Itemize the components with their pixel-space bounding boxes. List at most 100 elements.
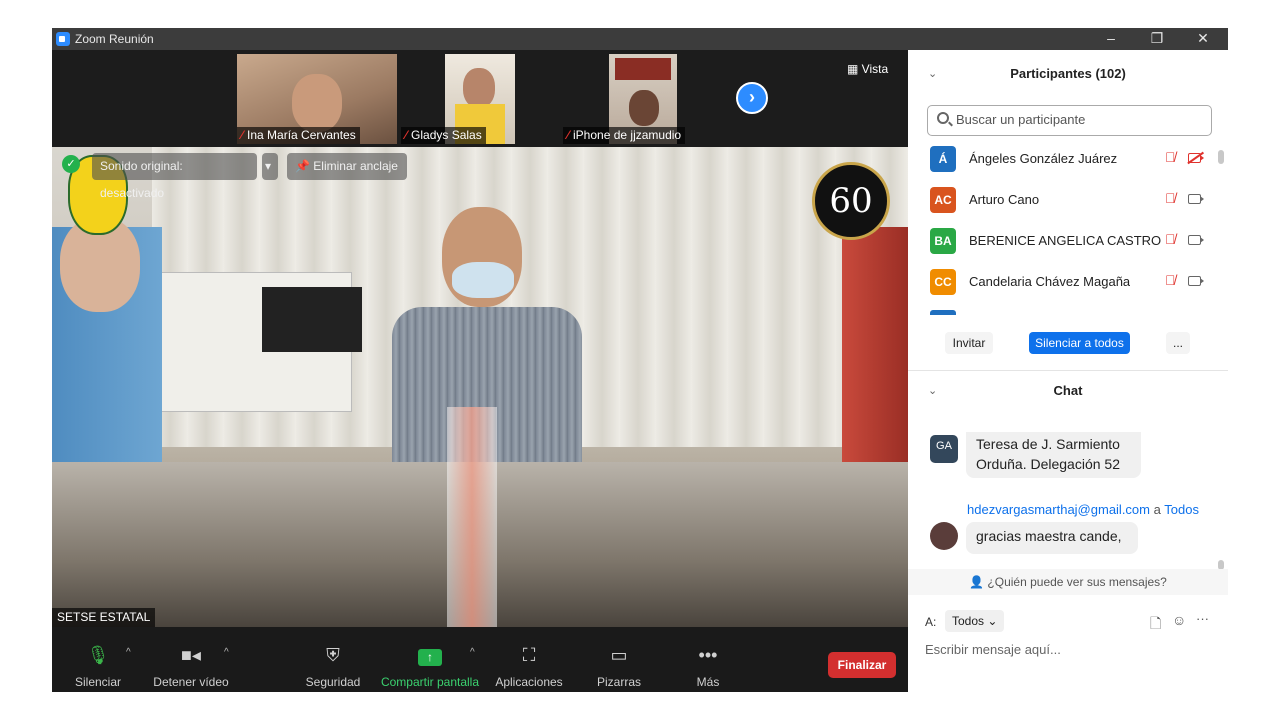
chat-sender[interactable]: hdezvargasmarthaj@gmail.com xyxy=(967,502,1150,517)
original-sound-dropdown[interactable]: ▾ xyxy=(262,153,278,180)
search-icon xyxy=(937,112,949,124)
participant-row[interactable]: AC Arturo Cano 🎙̸ xyxy=(908,179,1228,220)
avatar: CC xyxy=(930,269,956,295)
microphone-icon: 🎙 xyxy=(86,645,110,665)
recipient-dropdown[interactable]: Todos ⌄ xyxy=(945,610,1005,632)
collapse-chevron-icon[interactable]: ⌄ xyxy=(928,60,937,88)
background-picture xyxy=(615,58,671,80)
video-thumbnail[interactable]: ⁄ Ina María Cervantes xyxy=(237,54,397,144)
more-options-button[interactable]: ... xyxy=(1166,332,1190,354)
user-info-icon: 👤 xyxy=(969,575,988,589)
share-options-caret[interactable]: ^ xyxy=(470,647,475,658)
file-icon[interactable]: 🗋 xyxy=(1150,613,1161,637)
participant-face xyxy=(629,90,659,126)
more-dots-icon: ••• xyxy=(698,645,718,665)
participant-name: Arturo Cano xyxy=(969,192,1040,207)
whiteboard-icon: ▭ xyxy=(610,645,628,665)
avatar: Á xyxy=(930,146,956,172)
chat-message-bubble: Teresa de J. Sarmiento Orduña. Delegació… xyxy=(966,432,1141,478)
chat-input-placeholder: Escribir mensaje aquí... xyxy=(925,642,1061,657)
avatar: BA xyxy=(930,228,956,254)
mic-muted-icon: 🎙̸ xyxy=(1165,231,1176,247)
participant-row[interactable]: CC Candelaria Chávez Magaña 🎙̸ xyxy=(908,261,1228,302)
unpin-label: Eliminar anclaje xyxy=(313,159,398,173)
share-screen-icon: ↑ xyxy=(380,645,480,666)
mic-muted-icon: 🎙̸ xyxy=(1165,149,1176,165)
participant-row[interactable]: Á Ángeles González Juárez 🎙̸ xyxy=(908,138,1228,179)
chat-to-word: a xyxy=(1153,502,1161,517)
participant-row[interactable]: BA BERENICE ANGELICA CASTRO ... 🎙̸ xyxy=(908,220,1228,261)
shield-icon: ⛨ xyxy=(326,645,340,665)
chat-title: Chat xyxy=(1053,383,1083,398)
zoom-app-icon xyxy=(56,32,70,46)
thumbnail-name-label: ⁄ Ina María Cervantes xyxy=(237,127,360,144)
security-shield-icon[interactable]: ✓ xyxy=(62,155,80,173)
chevron-down-icon: ▾ xyxy=(265,159,272,173)
meeting-toolbar: 🎙 Silenciar ^ ■◂ Detener vídeo ^ ⛨ Segur… xyxy=(52,627,908,692)
apps-icon: ⛶ xyxy=(522,645,536,665)
chat-avatar: GA xyxy=(930,435,958,463)
video-options-caret[interactable]: ^ xyxy=(224,647,229,658)
unpin-button[interactable]: 📌 Eliminar anclaje xyxy=(287,153,407,180)
share-screen-button[interactable]: ↑ Compartir pantalla xyxy=(380,627,480,692)
mic-muted-icon: ⁄ xyxy=(567,128,570,142)
emoji-icon[interactable]: ☺ xyxy=(1172,612,1186,628)
who-can-see-label: ¿Quién puede ver sus mensajes? xyxy=(987,575,1167,589)
water-bottles xyxy=(447,407,497,627)
tv-screen xyxy=(262,287,362,352)
view-label: Vista xyxy=(861,62,889,76)
security-button[interactable]: ⛨ Seguridad xyxy=(302,627,364,692)
anniversary-badge: 60 xyxy=(812,162,890,240)
more-button[interactable]: ••• Más xyxy=(688,627,728,692)
close-button[interactable]: ✕ xyxy=(1180,28,1226,50)
end-meeting-button[interactable]: Finalizar xyxy=(828,652,896,678)
share-screen-label: Compartir pantalla xyxy=(380,675,480,689)
participant-search-input[interactable]: Buscar un participante xyxy=(927,105,1212,136)
more-label: Más xyxy=(696,675,720,689)
audio-options-caret[interactable]: ^ xyxy=(126,647,131,658)
next-page-arrow-button[interactable]: › xyxy=(736,82,768,114)
chat-message-input[interactable]: Escribir mensaje aquí... xyxy=(925,642,1215,662)
recipient-value: Todos xyxy=(952,614,985,628)
more-dots-icon[interactable]: ··· xyxy=(1196,611,1209,626)
mic-muted-icon: ⁄ xyxy=(241,128,244,142)
participant-face xyxy=(463,68,495,108)
minimize-button[interactable]: – xyxy=(1088,28,1134,50)
participants-scrollbar[interactable] xyxy=(1218,150,1224,164)
collapse-chevron-icon[interactable]: ⌄ xyxy=(928,377,937,405)
section-divider xyxy=(908,370,1228,371)
view-button[interactable]: ▦ Vista xyxy=(847,62,888,76)
video-camera-icon xyxy=(1188,276,1204,286)
participant-name: Gladys Salas xyxy=(411,128,482,142)
video-off-icon xyxy=(1188,153,1204,163)
mute-button[interactable]: 🎙 Silenciar xyxy=(68,627,128,692)
main-video-feed[interactable]: 60 ✓ Sonido original: desactivado ▾ 📌 El… xyxy=(52,147,908,627)
to-label: A: xyxy=(925,615,937,629)
main-video-name-label: SETSE ESTATAL xyxy=(52,608,156,627)
apps-label: Aplicaciones xyxy=(495,675,563,689)
video-camera-icon xyxy=(1188,235,1204,245)
chat-sender-line: hdezvargasmarthaj@gmail.com a Todos xyxy=(967,502,1199,517)
avatar: AC xyxy=(930,187,956,213)
mute-all-button[interactable]: Silenciar a todos xyxy=(1029,332,1130,354)
participant-face xyxy=(292,74,342,132)
participants-title: Participantes (102) xyxy=(1010,66,1126,81)
stop-video-label: Detener vídeo xyxy=(153,675,229,689)
chat-avatar xyxy=(930,522,958,550)
whiteboards-button[interactable]: ▭ Pizarras xyxy=(592,627,646,692)
chat-header: ⌄ Chat xyxy=(908,377,1228,405)
who-can-see-bar[interactable]: 👤 ¿Quién puede ver sus mensajes? xyxy=(908,569,1228,595)
apps-button[interactable]: ⛶ Aplicaciones xyxy=(492,627,566,692)
video-area: ⁄ Ina María Cervantes ⁄ Gladys Salas ⁄ iPho… xyxy=(52,50,908,627)
restore-button[interactable]: ❐ xyxy=(1134,28,1180,50)
search-placeholder: Buscar un participante xyxy=(956,112,1086,127)
invite-button[interactable]: Invitar xyxy=(945,332,993,354)
participant-name: BERENICE ANGELICA CASTRO ... xyxy=(969,233,1164,248)
original-sound-toggle[interactable]: Sonido original: desactivado xyxy=(92,153,257,200)
chat-recipient[interactable]: Todos xyxy=(1164,502,1199,517)
chat-message-bubble: gracias maestra cande, xyxy=(966,522,1138,554)
stop-video-button[interactable]: ■◂ Detener vídeo xyxy=(152,627,230,692)
chat-message-text: gracias maestra cande, xyxy=(976,528,1122,544)
grid-icon: ▦ xyxy=(847,62,862,76)
participant-name: Ángeles González Juárez xyxy=(969,151,1118,166)
